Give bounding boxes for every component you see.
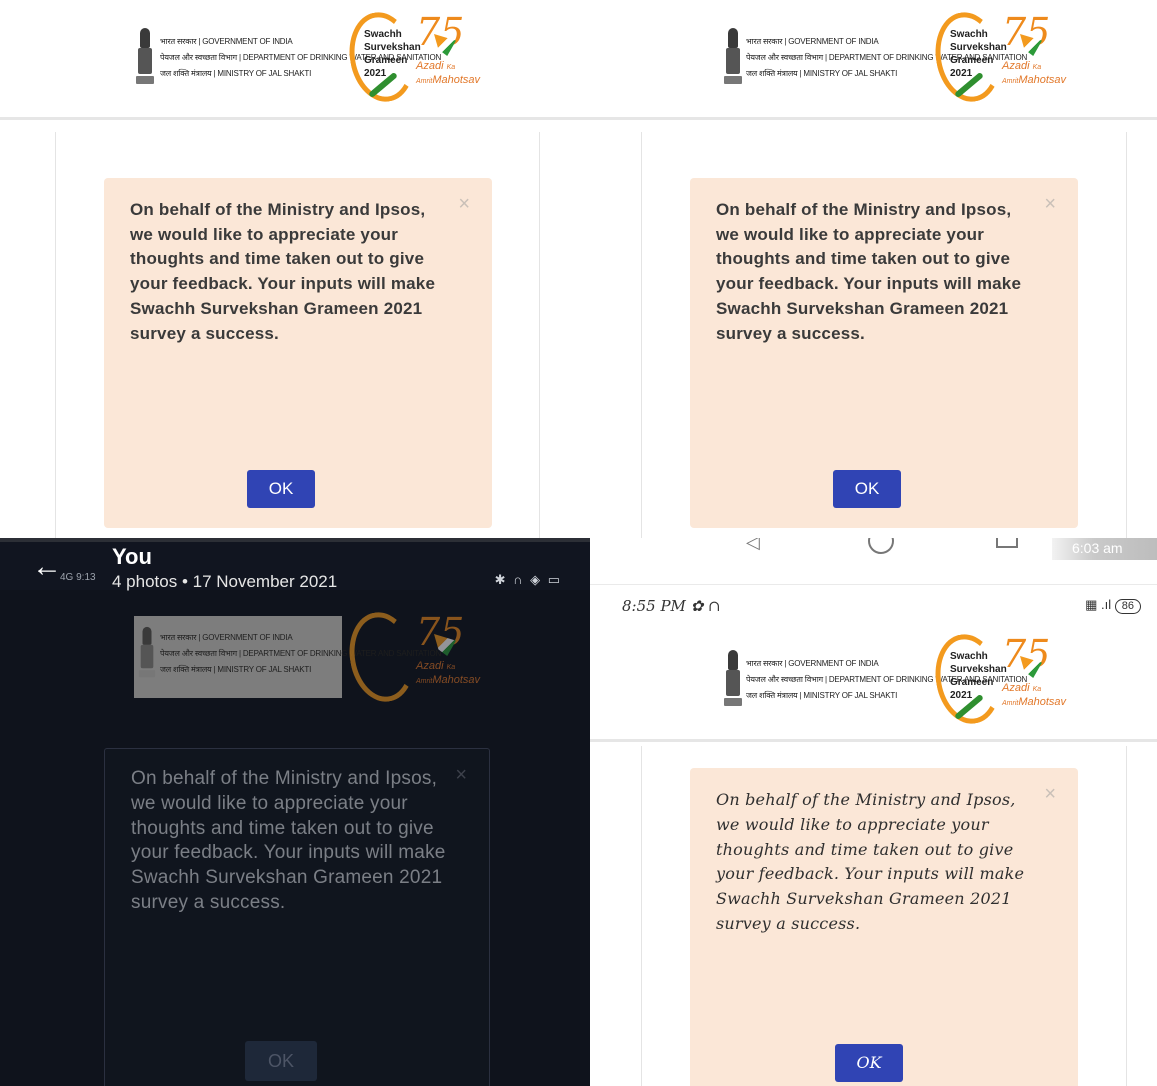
feedback-alert: On behalf of the Ministry and Ipsos, we … [690, 768, 1078, 1086]
ok-button[interactable]: OK [247, 470, 315, 508]
ss-line-2: Survekshan [950, 42, 1007, 53]
swachh-survekshan-logo: 75 Azadi Ka AmritMahotsav [342, 604, 480, 714]
ok-button[interactable]: OK [833, 470, 901, 508]
ss-line-3: Grameen 2021 [950, 677, 994, 701]
ss-line-3: Grameen 2021 [950, 55, 994, 79]
alert-message: On behalf of the Ministry and Ipsos, we … [716, 200, 1022, 343]
azadi-ka-amrit-mahotsav: Azadi Ka AmritMahotsav [1002, 682, 1067, 708]
nav-recents-icon[interactable] [996, 538, 1018, 548]
alert-message: On behalf of the Ministry and Ipsos, we … [130, 200, 436, 343]
android-nav-bar: ◁ 6:03 am [590, 538, 1157, 560]
close-icon[interactable]: × [1044, 784, 1056, 804]
national-emblem-icon [724, 650, 742, 708]
ss-line-1: Swachh [950, 29, 988, 40]
ss-line-3: Grameen 2021 [364, 55, 408, 79]
nav-back-icon[interactable]: ◁ [746, 538, 760, 553]
status-icons: ✱ ∩ ◈ ▭ [494, 572, 562, 587]
ok-button[interactable]: OK [835, 1044, 903, 1082]
azadi-ka-amrit-mahotsav: Azadi Ka AmritMahotsav [416, 60, 481, 86]
ss-line-1: Swachh [364, 29, 402, 40]
arrow-left-icon[interactable]: ← [32, 552, 62, 582]
close-icon[interactable]: × [458, 194, 470, 214]
screenshot-top-left: भारत सरकार | GOVERNMENT OF INDIA पेयजल औ… [0, 0, 590, 538]
national-emblem-icon [724, 28, 742, 86]
ss-line-1: Swachh [950, 651, 988, 662]
timestamp-chip: 6:03 am [1052, 538, 1157, 560]
ss-line-2: Survekshan [364, 42, 421, 53]
alert-message: On behalf of the Ministry and Ipsos, we … [716, 790, 1025, 933]
feedback-alert: On behalf of the Ministry and Ipsos, we … [690, 178, 1078, 528]
nav-home-icon[interactable] [868, 538, 894, 554]
sync-icon: ✿ ∩ [690, 597, 721, 615]
screenshot-bottom-right: ◁ 6:03 am 8:55 PM ✿ ∩ ▦ .ıl 86 भारत सरका… [590, 538, 1157, 1086]
national-emblem-icon [138, 626, 156, 679]
page-body: On behalf of the Ministry and Ipsos, we … [641, 746, 1127, 1086]
close-icon[interactable]: × [1044, 194, 1056, 214]
page-body: On behalf of the Ministry and Ipsos, we … [641, 132, 1127, 538]
status-bar-ghost: 4G 9:13 [60, 572, 96, 583]
close-icon[interactable]: × [455, 765, 467, 785]
swachh-survekshan-logo: Swachh Survekshan Grameen 2021 75 Azadi … [928, 4, 1066, 114]
swachh-survekshan-logo: Swachh Survekshan Grameen 2021 75 Azadi … [928, 626, 1066, 736]
phone-status-bar: 8:55 PM ✿ ∩ ▦ .ıl 86 [590, 584, 1157, 624]
screenshot-bottom-left-dark: ← 4G 9:13 You 4 photos • 17 November 202… [0, 538, 590, 1086]
azadi-ka-amrit-mahotsav: Azadi Ka AmritMahotsav [1002, 60, 1067, 86]
feedback-alert: On behalf of the Ministry and Ipsos, we … [104, 178, 492, 528]
ss-line-2: Survekshan [950, 664, 1007, 675]
screenshot-top-right: भारत सरकार | GOVERNMENT OF INDIA पेयजल औ… [590, 0, 1157, 538]
government-logo-block: भारत सरकार | GOVERNMENT OF INDIA पेयजल औ… [134, 616, 441, 698]
alert-message: On behalf of the Ministry and Ipsos, we … [131, 768, 446, 913]
status-time: 8:55 PM ✿ ∩ [622, 597, 721, 615]
status-right: ▦ .ıl 86 [1085, 597, 1141, 614]
logo-header: भारत सरकार | GOVERNMENT OF INDIA पेयजल औ… [590, 0, 1157, 120]
signal-icon: ▦ .ıl [1085, 597, 1112, 612]
gallery-subtitle: 4 photos • 17 November 2021 [112, 572, 338, 591]
gallery-title: You [112, 544, 152, 569]
feedback-alert-dark: On behalf of the Ministry and Ipsos, we … [104, 748, 490, 1086]
logo-header: भारत सरकार | GOVERNMENT OF INDIA पेयजल औ… [0, 0, 590, 120]
battery-icon: 86 [1114, 599, 1141, 614]
gallery-top-bar: ← 4G 9:13 You 4 photos • 17 November 202… [0, 538, 590, 591]
logo-header: भारत सरकार | GOVERNMENT OF INDIA पेयजल औ… [590, 624, 1157, 742]
azadi-ka-amrit-mahotsav: Azadi Ka AmritMahotsav [416, 660, 481, 686]
ok-button[interactable]: OK [245, 1041, 317, 1081]
national-emblem-icon [136, 28, 154, 86]
swachh-survekshan-logo: Swachh Survekshan Grameen 2021 75 Azadi … [342, 4, 480, 114]
page-body: On behalf of the Ministry and Ipsos, we … [55, 132, 540, 538]
